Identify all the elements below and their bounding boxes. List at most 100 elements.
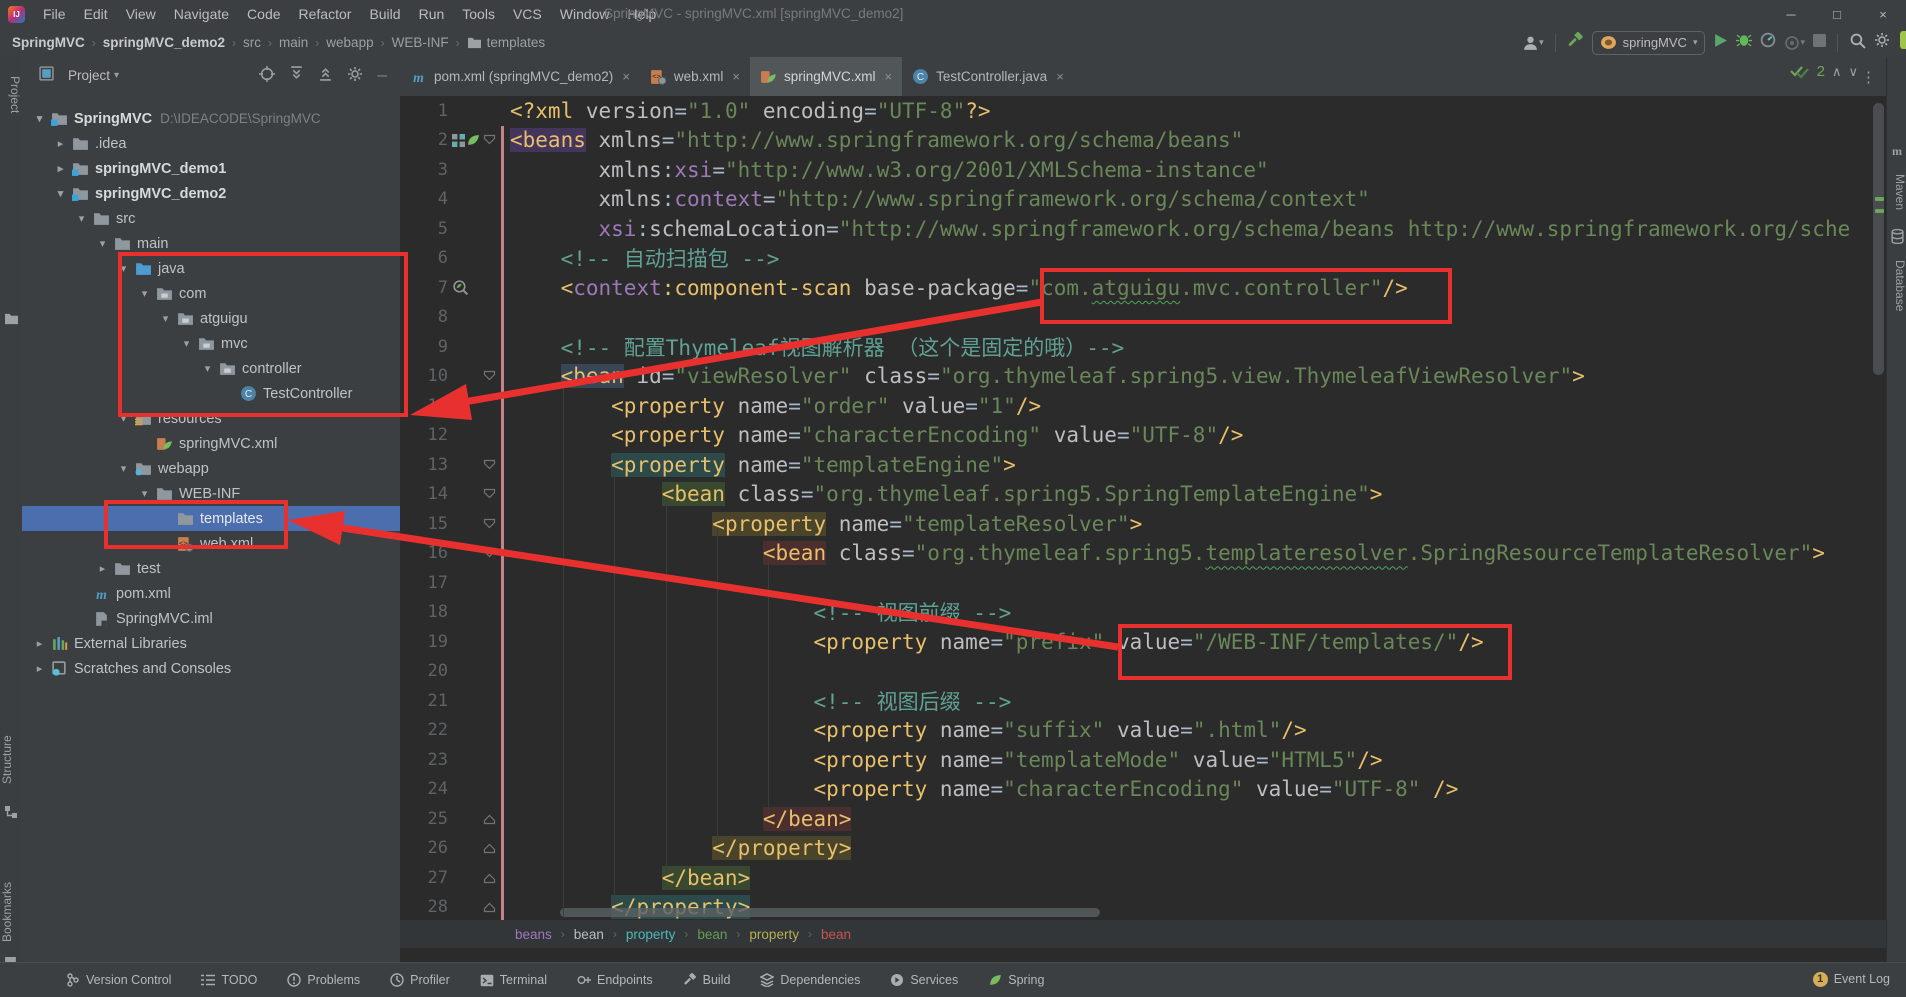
hide-panel-icon[interactable]: ─ [377,68,387,83]
code-line-22[interactable]: 22 <property name="suffix" value=".html"… [400,715,1886,746]
project-panel-title[interactable]: Project [68,68,110,83]
prev-problem-icon[interactable]: ∧ [1832,64,1842,80]
breadcrumb-springmvc-demo2[interactable]: springMVC_demo2 [103,35,225,50]
code-line-23[interactable]: 23 <property name="templateMode" value="… [400,745,1886,775]
build-project-button[interactable] [1567,31,1584,54]
statusbar-services[interactable]: Services [890,973,958,987]
tree-item-springmvc-demo2[interactable]: ▾ springMVC_demo2 [22,181,400,206]
tree-chevron-icon[interactable]: ▾ [114,462,133,475]
tool-strip-project[interactable]: Project [0,65,22,125]
statusbar-dependencies[interactable]: Dependencies [760,973,860,987]
tab-springmvc-xml[interactable]: springMVC.xml × [750,57,903,96]
menu-navigate[interactable]: Navigate [165,6,238,22]
xml-breadcrumb-bean[interactable]: bean [821,927,851,942]
plugin-edge-icon[interactable] [1898,31,1906,54]
inspection-stripe-mark[interactable] [1875,209,1884,213]
tree-chevron-icon[interactable]: ▾ [177,337,196,350]
code-line-2[interactable]: 2 <beans xmlns="http://www.springframewor… [400,125,1886,156]
tree-item-main[interactable]: ▾ main [22,231,400,256]
code-line-17[interactable]: 17 [400,568,1886,598]
tree-item-src[interactable]: ▾ src [22,206,400,231]
fold-close-icon[interactable] [483,901,496,913]
tree-item-pom-xml[interactable]: m pom.xml [22,581,400,606]
debug-button[interactable] [1736,32,1753,53]
tool-strip-database[interactable]: Database [1887,251,1906,321]
event-log[interactable]: 1 Event Log [1812,962,1890,996]
tree-item-scratches-and-consoles[interactable]: ▸ Scratches and Consoles [22,656,400,681]
tree-item-com[interactable]: ▾ com [22,281,400,306]
code-line-9[interactable]: 9 <!-- 配置Thymeleaf视图解析器 （这个是固定的哦）--> [400,332,1886,362]
tree-item-testcontroller[interactable]: C TestController [22,381,400,406]
stop-button[interactable] [1813,33,1826,52]
code-line-11[interactable]: 11 <property name="order" value="1"/> [400,391,1886,421]
menu-view[interactable]: View [117,6,165,22]
statusbar-problems[interactable]: Problems [287,973,360,987]
statusbar-version-control[interactable]: Version Control [66,973,171,987]
statusbar-todo[interactable]: TODO [201,973,257,987]
code-line-21[interactable]: 21 <!-- 视图后缀 --> [400,686,1886,716]
tool-strip-maven[interactable]: Maven [1887,165,1906,220]
tab-close-icon[interactable]: × [1056,69,1064,84]
menu-code[interactable]: Code [238,6,289,22]
code-line-5[interactable]: 5 xsi:schemaLocation="http://www.springf… [400,214,1886,244]
xml-breadcrumb-property[interactable]: property [749,927,799,942]
expand-all-icon[interactable] [289,66,304,84]
fold-open-icon[interactable] [483,488,496,500]
code-line-3[interactable]: 3 xmlns:xsi="http://www.w3.org/2001/XMLS… [400,155,1886,185]
project-folder-icon[interactable] [4,312,19,330]
tab-close-icon[interactable]: × [622,69,630,84]
locate-file-icon[interactable] [259,65,276,85]
tab-close-icon[interactable]: × [732,69,740,84]
xml-breadcrumb-bean[interactable]: bean [697,927,727,942]
statusbar-terminal[interactable]: Terminal [480,973,547,987]
window-minimize-button[interactable]: ─ [1768,0,1814,28]
menu-edit[interactable]: Edit [75,6,117,22]
tree-item-webapp[interactable]: ▾ webapp [22,456,400,481]
tab-testcontroller-java[interactable]: C TestController.java × [902,57,1074,96]
tree-item-idea[interactable]: ▸ .idea [22,131,400,156]
code-line-6[interactable]: 6 <!-- 自动扫描包 --> [400,243,1886,274]
fold-close-icon[interactable] [483,872,496,884]
tree-item-web-xml[interactable]: <> web.xml [22,531,400,556]
tree-chevron-icon[interactable]: ▾ [93,237,112,250]
project-panel-dropdown-icon[interactable]: ▾ [114,70,119,81]
statusbar-profiler[interactable]: Profiler [390,973,450,987]
code-line-27[interactable]: 27 </bean> [400,863,1886,893]
tree-item-resources[interactable]: ▾ resources [22,406,400,431]
code-line-26[interactable]: 26 </property> [400,833,1886,864]
menu-tools[interactable]: Tools [453,6,504,22]
fold-open-icon[interactable] [483,547,496,559]
code-line-18[interactable]: 18 <!-- 视图前缀 --> [400,597,1886,628]
tree-item-web-inf[interactable]: ▾ WEB-INF [22,481,400,506]
settings-button[interactable] [1874,32,1890,53]
inspection-stripe-mark[interactable] [1875,197,1884,201]
tree-item-templates[interactable]: templates [22,506,400,531]
code-line-16[interactable]: 16 <bean class="org.thymeleaf.spring5.te… [400,538,1886,569]
statusbar-endpoints[interactable]: Endpoints [577,973,653,987]
tree-item-springmvc-iml[interactable]: SpringMVC.iml [22,606,400,631]
user-account-button[interactable]: ▾ [1522,35,1544,51]
fold-open-icon[interactable] [483,459,496,471]
tree-chevron-icon[interactable]: ▸ [51,162,70,175]
fold-close-icon[interactable] [483,842,496,854]
code-line-24[interactable]: 24 <property name="characterEncoding" va… [400,774,1886,805]
breadcrumb-templates[interactable]: templates [467,35,545,50]
breadcrumb-src[interactable]: src [243,35,261,50]
code-line-4[interactable]: 4 xmlns:context="http://www.springframew… [400,184,1886,215]
search-everywhere-button[interactable] [1849,32,1866,54]
code-editor[interactable]: 1 <?xml version="1.0" encoding="UTF-8"?> 2… [400,96,1886,922]
tree-chevron-icon[interactable]: ▾ [198,362,217,375]
code-line-15[interactable]: 15 <property name="templateResolver"> [400,509,1886,539]
panel-settings-icon[interactable] [347,66,363,85]
next-problem-icon[interactable]: ∨ [1848,64,1858,80]
tree-item-springmvc[interactable]: ▾ SpringMVC D:\IDEACODE\SpringMVC [22,106,400,131]
code-line-25[interactable]: 25 </bean> [400,804,1886,834]
fold-open-icon[interactable] [483,518,496,530]
code-line-14[interactable]: 14 <bean class="org.thymeleaf.spring5.Sp… [400,479,1886,510]
tree-item-atguigu[interactable]: ▾ atguigu [22,306,400,331]
database-strip-icon[interactable] [1891,228,1904,249]
tree-item-java[interactable]: ▾ java [22,256,400,281]
tree-chevron-icon[interactable]: ▾ [156,312,175,325]
breadcrumb-webapp[interactable]: webapp [326,35,373,50]
code-line-1[interactable]: 1 <?xml version="1.0" encoding="UTF-8"?> [400,96,1886,126]
